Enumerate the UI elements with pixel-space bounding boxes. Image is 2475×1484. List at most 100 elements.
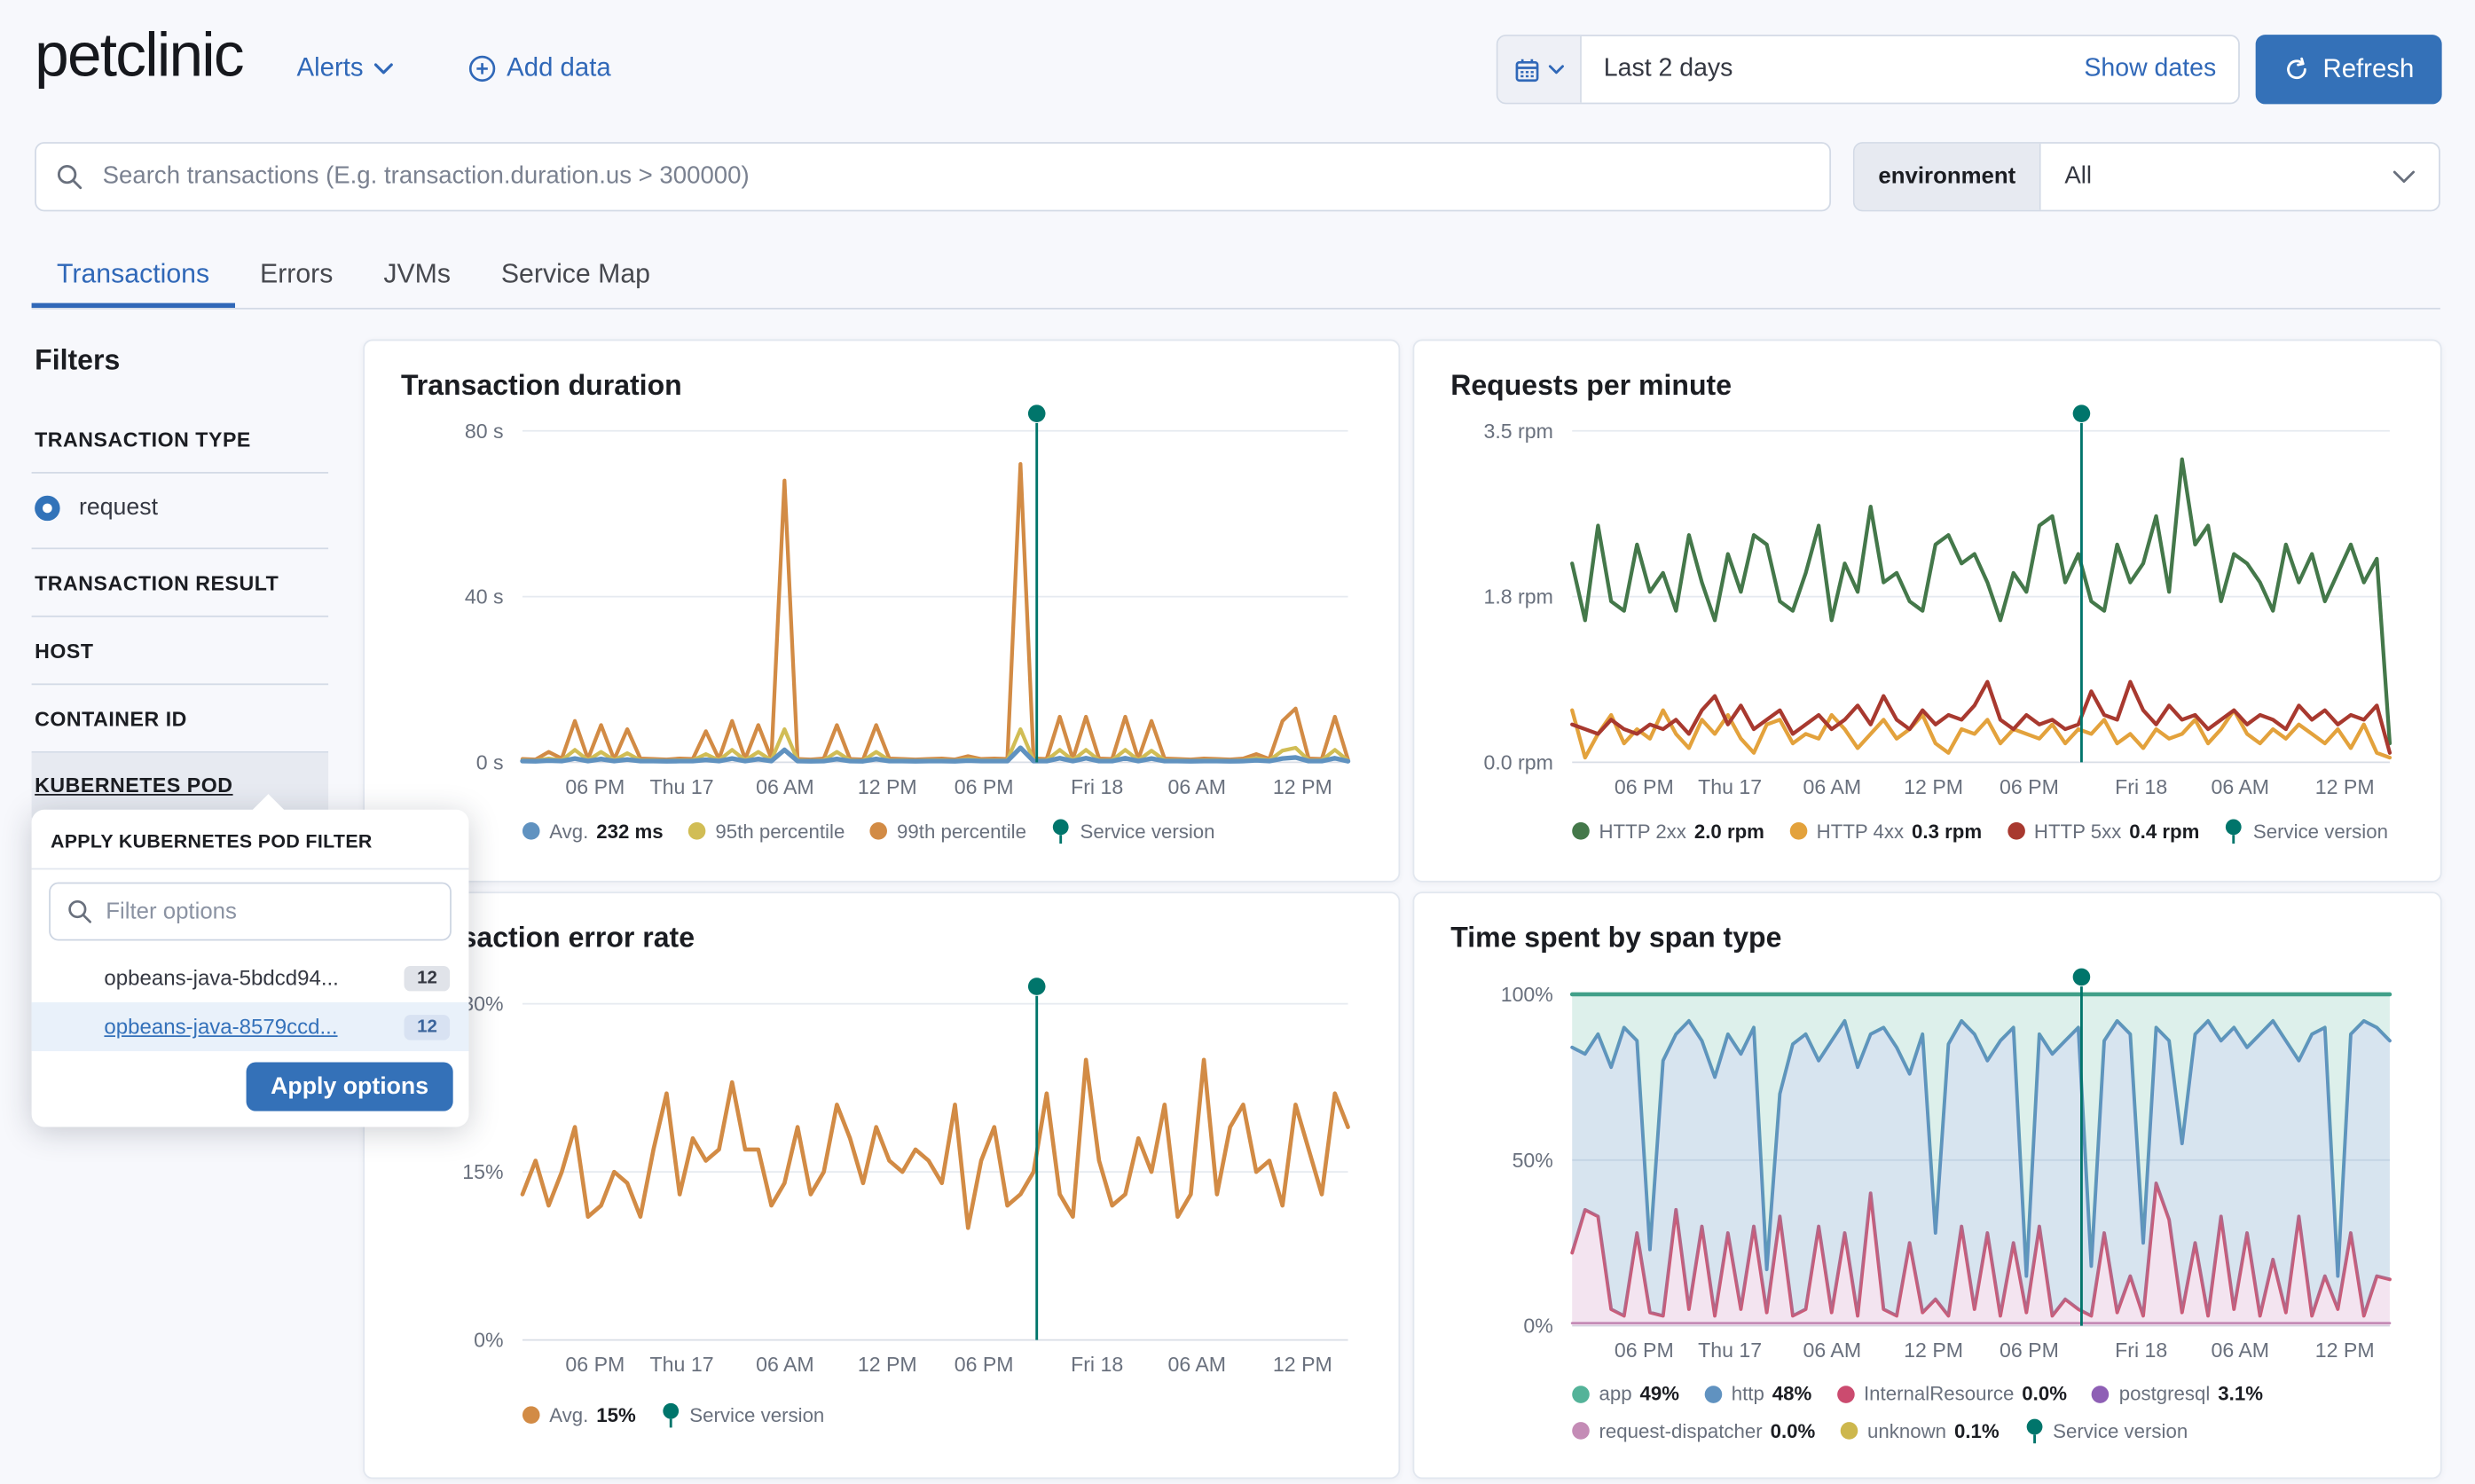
svg-text:3.5 rpm: 3.5 rpm	[1483, 420, 1552, 443]
legend-item-unknown[interactable]: unknown 0.1%	[1841, 1420, 2000, 1442]
add-data-button[interactable]: Add data	[468, 53, 610, 83]
transaction-duration-card: Transaction duration 80 s40 s0 s06 PMThu…	[363, 340, 1400, 883]
show-dates-button[interactable]: Show dates	[2084, 55, 2238, 83]
legend-item-request-dispatcher[interactable]: request-dispatcher 0.0%	[1572, 1420, 1815, 1442]
svg-text:06 AM: 06 AM	[756, 1353, 814, 1376]
svg-text:50%: 50%	[1512, 1149, 1553, 1172]
legend-swatch	[870, 822, 888, 840]
legend-label: 95th percentile	[715, 820, 845, 842]
tab-jvms[interactable]: JVMs	[358, 239, 476, 308]
svg-text:12 PM: 12 PM	[858, 775, 917, 798]
svg-text:Fri 18: Fri 18	[1071, 775, 1123, 798]
svg-text:06 PM: 06 PM	[955, 775, 1014, 798]
duration-chart-canvas: 80 s40 s0 s06 PMThu 1706 AM12 PM06 PMFri…	[365, 341, 1398, 819]
popup-title: APPLY KUBERNETES POD FILTER	[32, 810, 469, 868]
legend-label: HTTP 5xx	[2034, 820, 2121, 842]
legend-value: 0.0%	[1771, 1420, 1816, 1442]
legend-item-avg[interactable]: Avg.232 ms	[522, 820, 664, 842]
svg-text:0 s: 0 s	[476, 750, 504, 773]
search-input[interactable]	[35, 142, 1831, 211]
legend-item-postgresql[interactable]: postgresql3.1%	[2092, 1383, 2263, 1405]
svg-text:06 AM: 06 AM	[2211, 775, 2269, 798]
legend-item-service-version[interactable]: Service version	[661, 1402, 824, 1428]
svg-text:12 PM: 12 PM	[1904, 775, 1963, 798]
popup-option-opbeans-java-5bdcd94[interactable]: opbeans-java-5bdcd94...12	[32, 954, 469, 1002]
legend-item-http-5xx[interactable]: HTTP 5xx0.4 rpm	[2008, 820, 2200, 842]
alerts-label: Alerts	[297, 53, 364, 83]
legend-label: http	[1732, 1383, 1764, 1405]
sidebar-section-label: KUBERNETES POD	[35, 773, 232, 797]
svg-text:06 PM: 06 PM	[1615, 1339, 1674, 1362]
radio-option-request[interactable]: request	[32, 474, 329, 548]
tab-bar: TransactionsErrorsJVMsService Map	[32, 239, 2440, 309]
requests-per-minute-card: Requests per minute 3.5 rpm1.8 rpm0.0 rp…	[1413, 340, 2442, 883]
legend-label: HTTP 4xx	[1817, 820, 1904, 842]
svg-text:06 AM: 06 AM	[1167, 775, 1226, 798]
legend-label: unknown	[1867, 1420, 1946, 1442]
environment-select[interactable]: All	[2041, 144, 2439, 210]
sidebar-section-transaction-type[interactable]: TRANSACTION TYPE	[32, 405, 329, 472]
legend-label: HTTP 2xx	[1599, 820, 1685, 842]
legend-item-service-version[interactable]: Service version	[1051, 818, 1214, 844]
tab-transactions[interactable]: Transactions	[32, 239, 235, 308]
sidebar-section-host[interactable]: HOST	[32, 617, 329, 684]
svg-text:15%: 15%	[462, 1160, 503, 1183]
legend-item-http-2xx[interactable]: HTTP 2xx2.0 rpm	[1572, 820, 1764, 842]
legend-item-service-version[interactable]: Service version	[2225, 818, 2388, 844]
add-data-label: Add data	[507, 53, 611, 83]
time-range-value[interactable]: Last 2 days	[1582, 55, 2085, 83]
search-bar	[35, 142, 1831, 211]
legend-swatch	[1841, 1422, 1858, 1440]
svg-text:12 PM: 12 PM	[858, 1353, 917, 1376]
tab-service-map[interactable]: Service Map	[475, 239, 675, 308]
service-version-pin-icon	[2024, 1417, 2043, 1444]
chevron-down-icon	[1549, 64, 1565, 75]
legend-label: postgresql	[2119, 1383, 2211, 1405]
svg-text:06 PM: 06 PM	[1615, 775, 1674, 798]
filter-options-input[interactable]	[49, 883, 452, 941]
legend-item-95th-percentile[interactable]: 95th percentile	[688, 820, 845, 842]
plus-circle-icon	[468, 55, 495, 82]
error-legend: Avg. 15% Service version	[522, 1402, 1377, 1428]
sidebar-section-transaction-result[interactable]: TRANSACTION RESULT	[32, 549, 329, 616]
apply-options-button[interactable]: Apply options	[247, 1062, 453, 1111]
error-chart-canvas: 30%15%0%06 PMThu 1706 AM12 PM06 PMFri 18…	[365, 893, 1398, 1397]
legend-swatch	[1704, 1385, 1722, 1402]
popup-option-opbeans-java-8579ccd[interactable]: opbeans-java-8579ccd...12	[32, 1002, 469, 1051]
legend-label: Avg.	[549, 820, 588, 842]
search-icon	[67, 898, 93, 924]
legend-label: app	[1599, 1383, 1631, 1405]
legend-label: Avg.	[549, 1404, 588, 1426]
service-version-pin-icon	[2225, 818, 2243, 844]
legend-item-99th-percentile[interactable]: 99th percentile	[870, 820, 1026, 842]
legend-item-http-4xx[interactable]: HTTP 4xx0.3 rpm	[1789, 820, 1982, 842]
legend-item-http[interactable]: http48%	[1704, 1383, 1811, 1405]
svg-text:06 PM: 06 PM	[2000, 775, 2059, 798]
legend-item-app[interactable]: app49%	[1572, 1383, 1679, 1405]
chevron-down-icon	[374, 62, 393, 75]
sidebar-section-kubernetes-pod[interactable]: KUBERNETES POD	[32, 753, 329, 818]
legend-swatch	[522, 822, 540, 840]
legend-value: 0.1%	[1954, 1420, 2000, 1442]
legend-swatch	[1789, 822, 1807, 840]
radio-icon[interactable]	[35, 495, 59, 520]
service-version-pin-icon	[661, 1402, 680, 1428]
legend-item-avg[interactable]: Avg. 15%	[522, 1404, 636, 1426]
sidebar-section-container-id[interactable]: CONTAINER ID	[32, 685, 329, 751]
legend-item-service-version[interactable]: Service version	[2024, 1417, 2188, 1444]
filter-sections: TRANSACTION TYPErequestTRANSACTION RESUL…	[32, 405, 329, 817]
tab-errors[interactable]: Errors	[235, 239, 358, 308]
svg-text:Fri 18: Fri 18	[2115, 775, 2167, 798]
service-version-pin-icon	[1051, 818, 1070, 844]
date-quick-select-button[interactable]	[1498, 36, 1582, 103]
legend-item-internalresource[interactable]: InternalResource0.0%	[1837, 1383, 2067, 1405]
popup-option-label: opbeans-java-5bdcd94...	[104, 966, 338, 990]
svg-text:1.8 rpm: 1.8 rpm	[1483, 585, 1552, 609]
alerts-menu[interactable]: Alerts	[297, 53, 394, 83]
svg-text:06 PM: 06 PM	[2000, 1339, 2059, 1362]
legend-value: 15%	[596, 1404, 636, 1426]
refresh-button[interactable]: Refresh	[2256, 35, 2442, 104]
legend-value: 0.0%	[2022, 1383, 2067, 1405]
svg-text:Fri 18: Fri 18	[2115, 1339, 2167, 1362]
legend-label: request-dispatcher	[1599, 1420, 1762, 1442]
